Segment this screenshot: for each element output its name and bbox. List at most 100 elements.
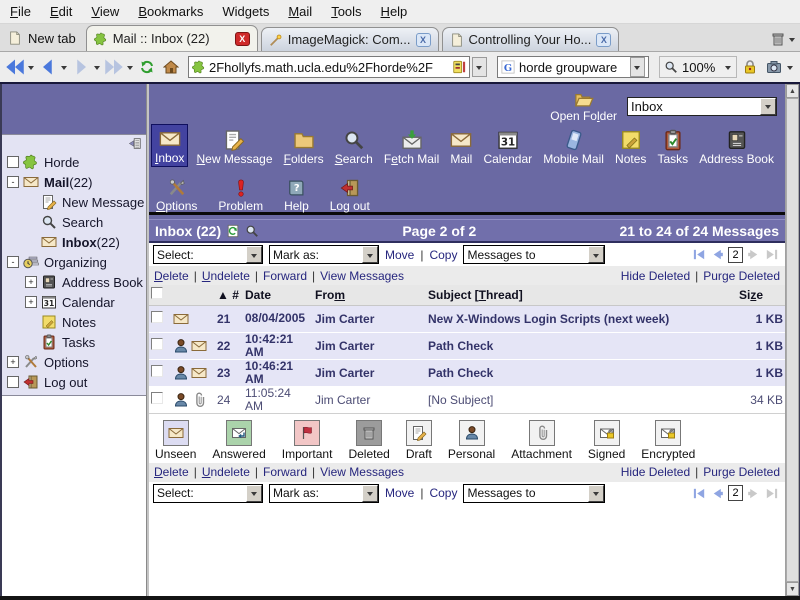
row-checkbox[interactable] xyxy=(151,365,163,377)
previous-page-button[interactable] xyxy=(710,247,725,262)
copy-link[interactable]: Copy xyxy=(429,248,457,262)
move-link[interactable]: Move xyxy=(385,486,414,500)
sidebar-item-logout[interactable]: Log out xyxy=(2,372,146,392)
delete-link[interactable]: Delete xyxy=(154,269,189,283)
tree-expander-icon[interactable]: + xyxy=(7,356,19,368)
refresh-icon[interactable] xyxy=(226,224,240,238)
messages-to-dropdown[interactable]: Messages to xyxy=(463,245,605,264)
tree-expander-icon[interactable]: + xyxy=(25,276,37,288)
app-calendar-button[interactable]: Calendar xyxy=(480,126,535,167)
search-bar[interactable]: horde groupware xyxy=(497,56,649,78)
history-forward-button[interactable] xyxy=(103,56,125,78)
menu-bookmarks[interactable]: Bookmarks xyxy=(138,4,203,19)
sidebar-item-notes[interactable]: Notes xyxy=(2,312,146,332)
menu-edit[interactable]: Edit xyxy=(50,4,72,19)
delete-link[interactable]: Delete xyxy=(154,465,189,479)
sidebar-item-search[interactable]: Search xyxy=(2,212,146,232)
sidebar-item-horde[interactable]: Horde xyxy=(2,152,146,172)
number-column-header[interactable]: ▲ # xyxy=(215,285,243,305)
tree-expander-icon[interactable]: + xyxy=(25,296,37,308)
first-page-button[interactable] xyxy=(692,486,707,501)
closed-tabs-button[interactable] xyxy=(770,31,796,51)
url-text[interactable]: 2Fhollyfs.math.ucla.edu%2Fhorde%2F xyxy=(209,60,449,75)
back-button[interactable] xyxy=(37,56,59,78)
app-new-message-button[interactable]: New Message xyxy=(193,126,275,167)
select-dropdown[interactable]: Select: xyxy=(153,484,263,503)
app-options-button[interactable]: Options xyxy=(153,175,200,214)
copy-link[interactable]: Copy xyxy=(429,486,457,500)
scrollbar-thumb[interactable] xyxy=(786,98,799,582)
chevron-down-icon[interactable] xyxy=(725,66,731,73)
url-bar[interactable]: 2Fhollyfs.math.ucla.edu%2Fhorde%2F xyxy=(188,56,470,78)
from-column-header[interactable]: From xyxy=(313,285,426,305)
forward-link[interactable]: Forward xyxy=(263,269,307,283)
dropdown-button[interactable] xyxy=(588,485,604,502)
zoom-control[interactable]: 100% xyxy=(659,56,737,78)
app-fetch-mail-button[interactable]: Fetch Mail xyxy=(381,126,442,167)
app-mail-button[interactable]: Mail xyxy=(447,126,475,167)
dropdown-button[interactable] xyxy=(246,246,262,263)
url-security-icon[interactable] xyxy=(452,60,466,74)
row-checkbox[interactable] xyxy=(151,392,163,404)
url-dropdown-button[interactable] xyxy=(472,57,487,77)
undelete-link[interactable]: Undelete xyxy=(202,269,250,283)
magnifier-icon[interactable] xyxy=(245,224,259,238)
last-page-button[interactable] xyxy=(764,247,779,262)
message-row[interactable]: 21 08/04/2005 Jim Carter New X-Windows L… xyxy=(149,305,785,332)
tab-mail-inbox[interactable]: Mail :: Inbox (22) X xyxy=(86,25,258,51)
previous-page-button[interactable] xyxy=(710,486,725,501)
purge-deleted-link[interactable]: Purge Deleted xyxy=(703,465,780,479)
menu-view[interactable]: View xyxy=(91,4,119,19)
dropdown-button[interactable] xyxy=(588,246,604,263)
undelete-link[interactable]: Undelete xyxy=(202,465,250,479)
message-subject-link[interactable]: [No Subject] xyxy=(428,393,493,407)
vertical-scrollbar[interactable]: ▲ ▼ xyxy=(785,84,799,596)
app-notes-button[interactable]: Notes xyxy=(612,126,649,167)
forward-link[interactable]: Forward xyxy=(263,465,307,479)
tree-expander-icon[interactable]: - xyxy=(7,176,19,188)
search-text[interactable]: horde groupware xyxy=(519,60,626,75)
mark-as-dropdown[interactable]: Mark as: xyxy=(269,484,379,503)
messages-to-dropdown[interactable]: Messages to xyxy=(463,484,605,503)
dropdown-button[interactable] xyxy=(246,485,262,502)
dropdown-button[interactable] xyxy=(362,485,378,502)
sidebar-item-tasks[interactable]: Tasks xyxy=(2,332,146,352)
chevron-down-icon[interactable] xyxy=(127,66,133,73)
menu-tools[interactable]: Tools xyxy=(331,4,361,19)
close-tab-icon[interactable]: X xyxy=(416,33,431,47)
app-problem-button[interactable]: Problem xyxy=(215,175,266,214)
date-column-header[interactable]: Date xyxy=(243,285,313,305)
menu-widgets[interactable]: Widgets xyxy=(222,4,269,19)
tree-expander-icon[interactable]: - xyxy=(7,256,19,268)
screenshot-button[interactable] xyxy=(763,56,785,78)
subject-column-header[interactable]: Subject [Thread] xyxy=(426,285,737,305)
tab-controlling[interactable]: Controlling Your Ho... X xyxy=(442,27,620,51)
message-subject-link[interactable]: New X-Windows Login Scripts (next week) xyxy=(428,312,669,326)
app-address-book-button[interactable]: Address Book xyxy=(696,126,777,167)
message-row[interactable]: 24 11:05:24 AM Jim Carter [No Subject] 3… xyxy=(149,386,785,413)
message-subject-link[interactable]: Path Check xyxy=(428,339,493,353)
hide-deleted-link[interactable]: Hide Deleted xyxy=(621,465,690,479)
menu-help[interactable]: Help xyxy=(381,4,408,19)
page-number-input[interactable]: 2 xyxy=(728,485,743,501)
history-back-button[interactable] xyxy=(4,56,26,78)
message-row[interactable]: 22 10:42:21 AM Jim Carter Path Check 1 K… xyxy=(149,332,785,359)
menu-mail[interactable]: Mail xyxy=(288,4,312,19)
sidebar-item-organizing[interactable]: - Organizing xyxy=(2,252,146,272)
message-row[interactable]: 23 10:46:21 AM Jim Carter Path Check 1 K… xyxy=(149,359,785,386)
app-mobile-mail-button[interactable]: Mobile Mail xyxy=(540,126,607,167)
hide-deleted-link[interactable]: Hide Deleted xyxy=(621,269,690,283)
app-help-button[interactable]: Help xyxy=(281,175,312,214)
chevron-down-icon[interactable] xyxy=(61,66,67,73)
forward-button[interactable] xyxy=(70,56,92,78)
purge-deleted-link[interactable]: Purge Deleted xyxy=(703,269,780,283)
select-dropdown[interactable]: Select: xyxy=(153,245,263,264)
sidebar-item-inbox[interactable]: Inbox (22) xyxy=(2,232,146,252)
move-link[interactable]: Move xyxy=(385,248,414,262)
app-folders-button[interactable]: Folders xyxy=(281,126,327,167)
next-page-button[interactable] xyxy=(746,486,761,501)
scroll-up-icon[interactable]: ▲ xyxy=(786,84,799,98)
close-tab-icon[interactable]: X xyxy=(235,32,250,46)
next-page-button[interactable] xyxy=(746,247,761,262)
size-column-header[interactable]: Size xyxy=(737,285,785,305)
